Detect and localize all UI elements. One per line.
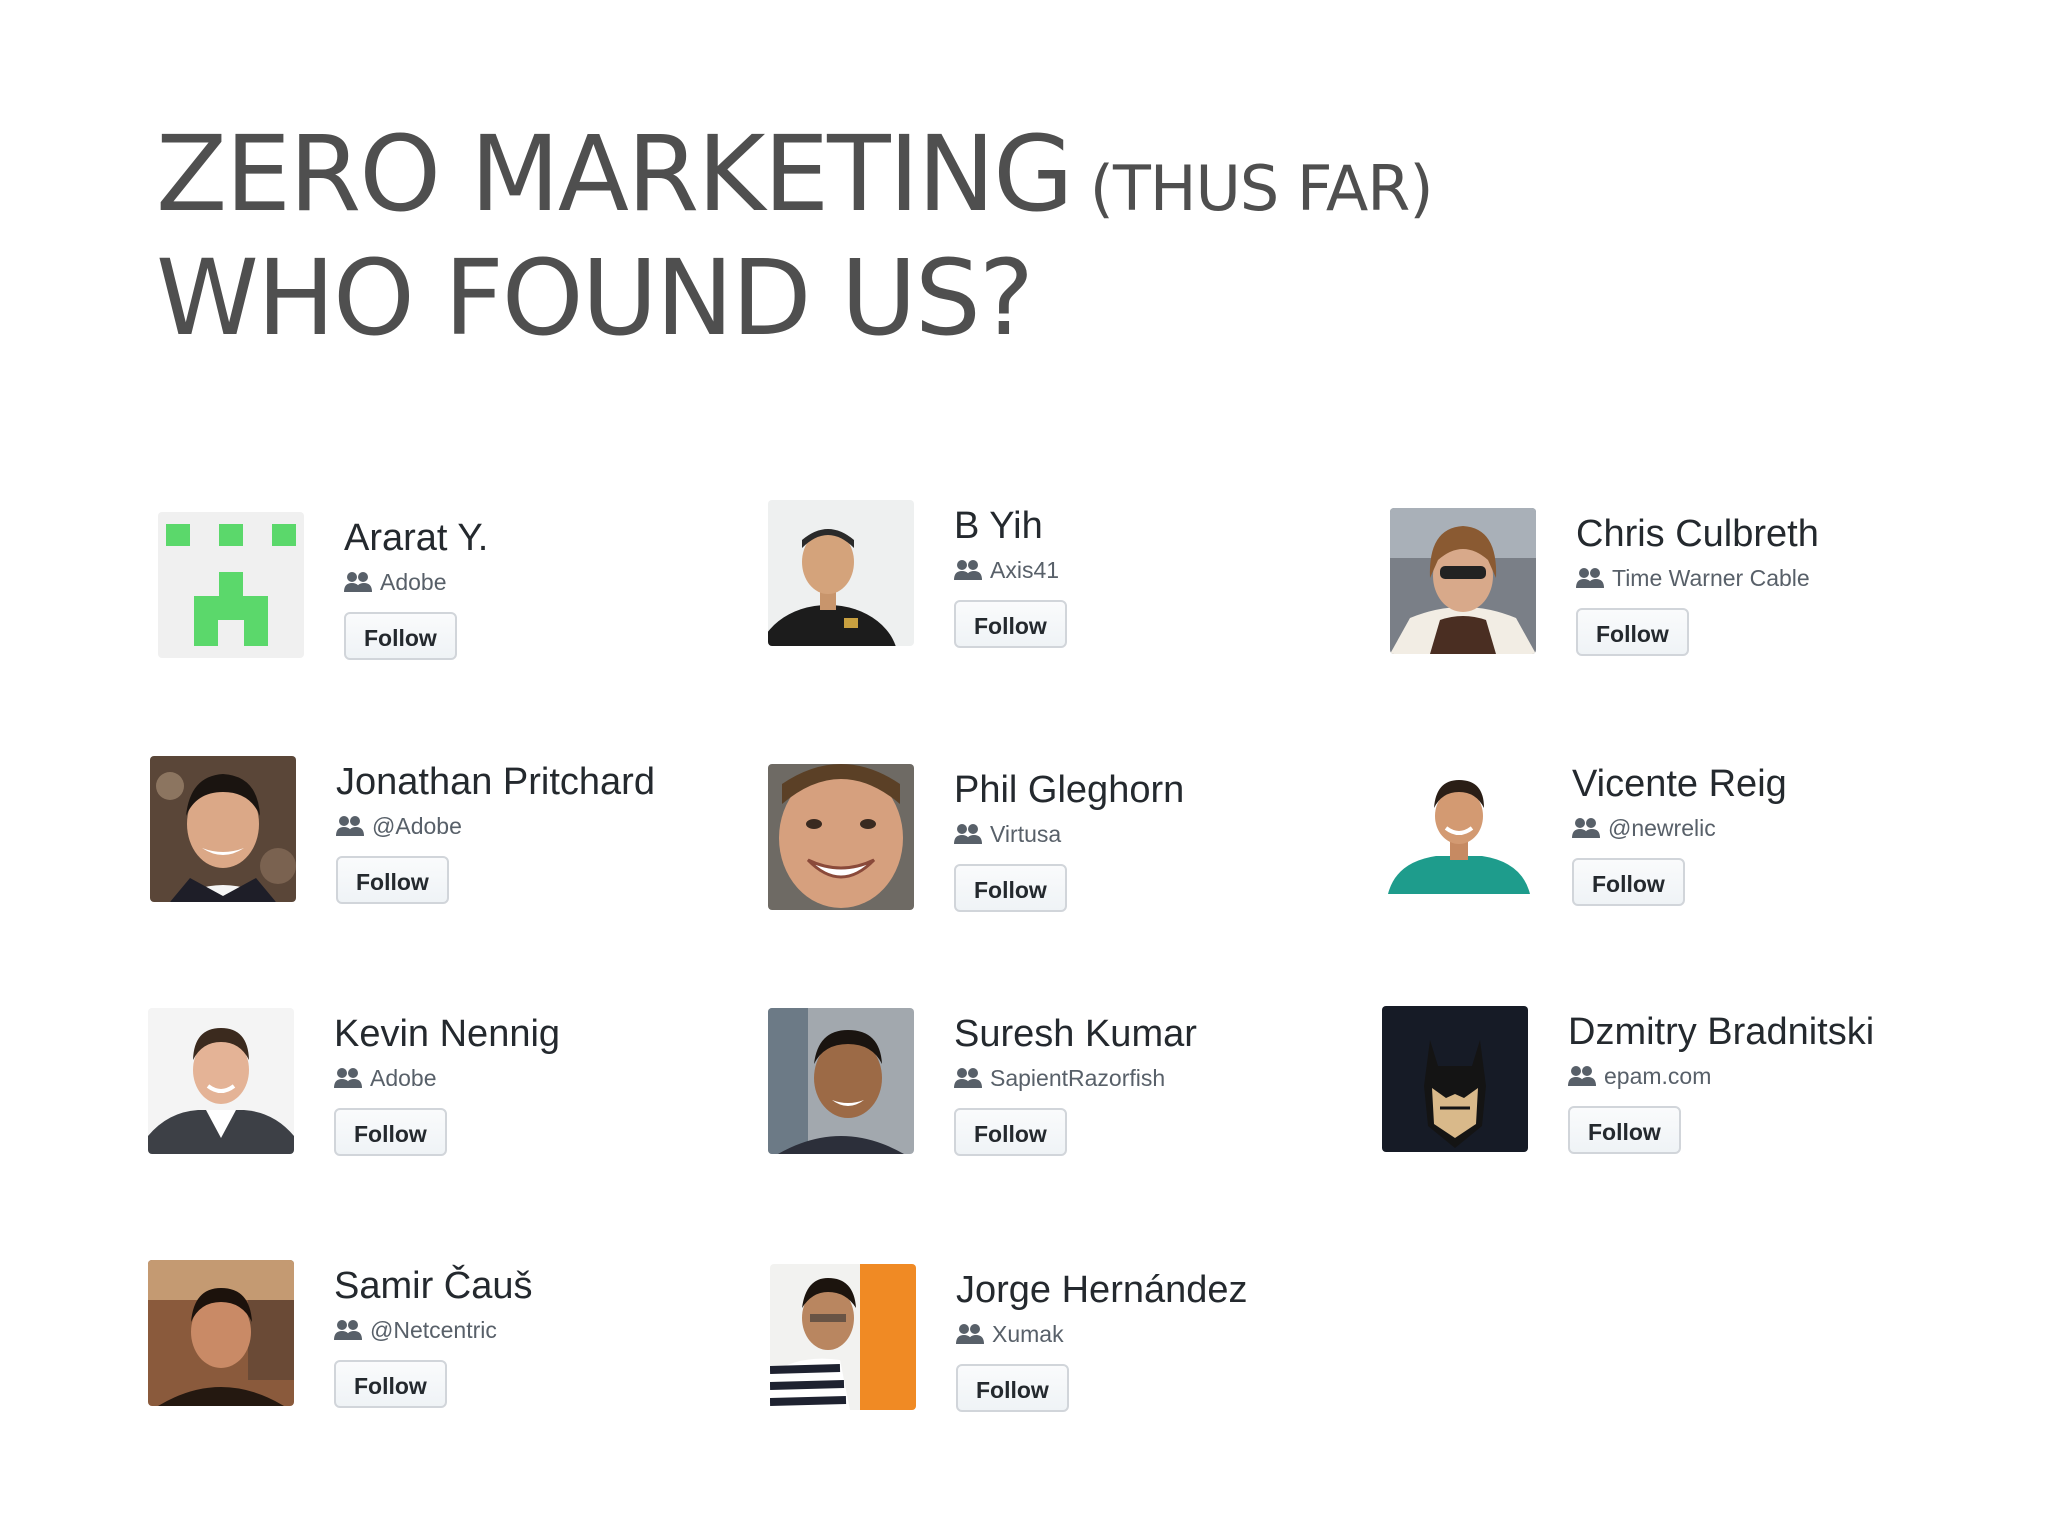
user-org-label: epam.com xyxy=(1604,1063,1712,1089)
user-card: Samir Čauš @Netcentric Follow xyxy=(148,1260,708,1420)
user-info: Samir Čauš @Netcentric Follow xyxy=(334,1262,533,1408)
follow-button[interactable]: Follow xyxy=(1576,608,1689,656)
people-icon xyxy=(954,823,982,845)
slide-title: ZERO MARKETING (THUS FAR) WHO FOUND US? xyxy=(156,112,1434,360)
avatar[interactable] xyxy=(150,756,296,902)
people-icon xyxy=(1568,1065,1596,1087)
user-org-label: @newrelic xyxy=(1608,815,1716,841)
people-icon xyxy=(334,1319,362,1341)
avatar[interactable] xyxy=(148,1260,294,1406)
user-card: Dzmitry Bradnitski epam.com Follow xyxy=(1382,1006,1942,1166)
user-card: Jorge Hernández Xumak Follow xyxy=(770,1264,1330,1424)
people-icon xyxy=(344,571,372,593)
user-org: SapientRazorfish xyxy=(954,1062,1197,1094)
people-icon xyxy=(336,815,364,837)
user-name[interactable]: Suresh Kumar xyxy=(954,1010,1197,1058)
user-name[interactable]: Jorge Hernández xyxy=(956,1266,1248,1314)
user-card: Suresh Kumar SapientRazorfish Follow xyxy=(768,1008,1328,1168)
user-name[interactable]: Phil Gleghorn xyxy=(954,766,1184,814)
title-main: ZERO MARKETING xyxy=(156,113,1074,235)
user-info: Dzmitry Bradnitski epam.com Follow xyxy=(1568,1008,1874,1154)
user-name[interactable]: Vicente Reig xyxy=(1572,760,1787,808)
follow-button[interactable]: Follow xyxy=(956,1364,1069,1412)
user-card: Phil Gleghorn Virtusa Follow xyxy=(768,764,1328,924)
follow-button[interactable]: Follow xyxy=(954,600,1067,648)
avatar[interactable] xyxy=(768,500,914,646)
user-info: Ararat Y. Adobe Follow xyxy=(344,514,488,660)
user-name[interactable]: Dzmitry Bradnitski xyxy=(1568,1008,1874,1056)
user-org-label: SapientRazorfish xyxy=(990,1065,1166,1091)
follow-button[interactable]: Follow xyxy=(334,1360,447,1408)
user-org: @newrelic xyxy=(1572,812,1787,844)
user-org-label: Time Warner Cable xyxy=(1612,565,1810,591)
user-org-label: Xumak xyxy=(992,1321,1064,1347)
user-org-label: Adobe xyxy=(380,569,447,595)
user-card: Vicente Reig @newrelic Follow xyxy=(1386,758,1946,918)
user-name[interactable]: Kevin Nennig xyxy=(334,1010,560,1058)
user-card: Ararat Y. Adobe Follow xyxy=(158,512,718,672)
user-org: Virtusa xyxy=(954,818,1184,850)
user-info: Phil Gleghorn Virtusa Follow xyxy=(954,766,1184,912)
people-icon xyxy=(334,1067,362,1089)
avatar[interactable] xyxy=(1386,758,1532,904)
follow-button[interactable]: Follow xyxy=(954,864,1067,912)
user-org: @Adobe xyxy=(336,810,655,842)
avatar[interactable] xyxy=(768,1008,914,1154)
user-org: Xumak xyxy=(956,1318,1248,1350)
user-info: B Yih Axis41 Follow xyxy=(954,502,1067,648)
avatar[interactable] xyxy=(1382,1006,1528,1152)
user-org: epam.com xyxy=(1568,1060,1874,1092)
user-card: Kevin Nennig Adobe Follow xyxy=(148,1008,708,1168)
follow-button[interactable]: Follow xyxy=(334,1108,447,1156)
title-parenthetical: (THUS FAR) xyxy=(1089,152,1434,225)
user-name[interactable]: B Yih xyxy=(954,502,1067,550)
people-icon xyxy=(954,1067,982,1089)
user-info: Kevin Nennig Adobe Follow xyxy=(334,1010,560,1156)
user-info: Chris Culbreth Time Warner Cable Follow xyxy=(1576,510,1819,656)
avatar[interactable] xyxy=(158,512,304,658)
user-card: Chris Culbreth Time Warner Cable Follow xyxy=(1390,508,1950,668)
user-org-label: Virtusa xyxy=(990,821,1062,847)
avatar[interactable] xyxy=(148,1008,294,1154)
user-info: Suresh Kumar SapientRazorfish Follow xyxy=(954,1010,1197,1156)
follow-button[interactable]: Follow xyxy=(1572,858,1685,906)
user-card: Jonathan Pritchard @Adobe Follow xyxy=(150,756,710,916)
avatar[interactable] xyxy=(768,764,914,910)
user-name[interactable]: Chris Culbreth xyxy=(1576,510,1819,558)
user-org: Adobe xyxy=(344,566,488,598)
follow-button[interactable]: Follow xyxy=(1568,1106,1681,1154)
user-card: B Yih Axis41 Follow xyxy=(768,500,1328,660)
follow-button[interactable]: Follow xyxy=(344,612,457,660)
avatar[interactable] xyxy=(770,1264,916,1410)
user-info: Vicente Reig @newrelic Follow xyxy=(1572,760,1787,906)
user-org: Time Warner Cable xyxy=(1576,562,1819,594)
title-line-1: ZERO MARKETING (THUS FAR) xyxy=(156,112,1434,236)
people-icon xyxy=(956,1323,984,1345)
user-org-label: Adobe xyxy=(370,1065,437,1091)
user-org-label: @Adobe xyxy=(372,813,462,839)
user-info: Jorge Hernández Xumak Follow xyxy=(956,1266,1248,1412)
user-org: Axis41 xyxy=(954,554,1067,586)
people-icon xyxy=(954,559,982,581)
title-line-2: WHO FOUND US? xyxy=(156,237,1034,359)
user-info: Jonathan Pritchard @Adobe Follow xyxy=(336,758,655,904)
avatar[interactable] xyxy=(1390,508,1536,654)
follow-button[interactable]: Follow xyxy=(336,856,449,904)
user-org: @Netcentric xyxy=(334,1314,533,1346)
user-org-label: Axis41 xyxy=(990,557,1060,583)
user-name[interactable]: Samir Čauš xyxy=(334,1262,533,1310)
user-org-label: @Netcentric xyxy=(370,1317,497,1343)
user-name[interactable]: Ararat Y. xyxy=(344,514,488,562)
user-name[interactable]: Jonathan Pritchard xyxy=(336,758,655,806)
user-org: Adobe xyxy=(334,1062,560,1094)
people-icon xyxy=(1576,567,1604,589)
people-icon xyxy=(1572,817,1600,839)
follow-button[interactable]: Follow xyxy=(954,1108,1067,1156)
